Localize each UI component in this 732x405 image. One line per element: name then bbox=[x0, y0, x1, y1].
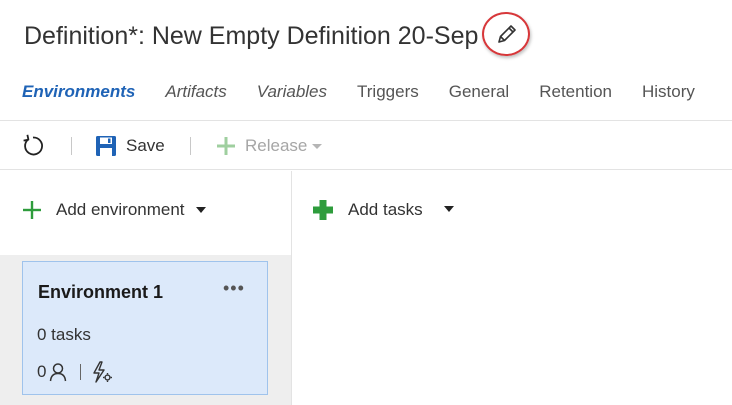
tab-history[interactable]: History bbox=[642, 82, 695, 102]
footer-separator bbox=[80, 364, 82, 380]
toolbar: Save Release bbox=[0, 120, 732, 170]
plus-icon bbox=[23, 201, 41, 219]
toolbar-separator bbox=[190, 137, 191, 155]
tab-general[interactable]: General bbox=[449, 82, 509, 102]
save-button[interactable]: Save bbox=[95, 133, 165, 159]
more-options-icon[interactable]: ••• bbox=[223, 278, 245, 299]
tab-retention[interactable]: Retention bbox=[539, 82, 612, 102]
tab-variables[interactable]: Variables bbox=[257, 82, 327, 102]
environment-card[interactable]: Environment 1 ••• 0 tasks 0 bbox=[22, 261, 268, 395]
chevron-down-icon bbox=[443, 206, 454, 212]
tab-artifacts[interactable]: Artifacts bbox=[165, 82, 226, 102]
page-title: Definition*: New Empty Definition 20-Sep bbox=[24, 21, 479, 50]
add-environment-button[interactable]: Add environment bbox=[22, 197, 207, 223]
plus-icon bbox=[217, 137, 235, 155]
refresh-icon[interactable] bbox=[20, 133, 46, 159]
definition-tabs: Environments Artifacts Variables Trigger… bbox=[22, 80, 725, 104]
page-header: Definition*: New Empty Definition 20-Sep bbox=[24, 14, 478, 58]
chevron-down-icon bbox=[195, 207, 206, 213]
plus-icon bbox=[313, 200, 333, 220]
approvers-count: 0 bbox=[37, 362, 47, 381]
save-label: Save bbox=[126, 136, 165, 155]
save-icon bbox=[96, 136, 116, 156]
triggers-settings-icon[interactable] bbox=[91, 361, 113, 383]
environment-footer: 0 bbox=[37, 360, 113, 384]
person-icon[interactable] bbox=[48, 362, 68, 382]
chevron-down-icon bbox=[312, 144, 323, 149]
toolbar-separator bbox=[71, 137, 72, 155]
add-tasks-button[interactable]: Add tasks bbox=[312, 197, 455, 223]
release-button[interactable]: Release bbox=[216, 133, 323, 159]
environments-pane: Add environment Environment 1 ••• 0 task… bbox=[0, 171, 291, 405]
environment-name: Environment 1 bbox=[38, 282, 164, 302]
environment-list: Environment 1 ••• 0 tasks 0 bbox=[0, 255, 291, 405]
add-tasks-label: Add tasks bbox=[348, 200, 423, 219]
tab-environments[interactable]: Environments bbox=[22, 82, 135, 102]
release-label: Release bbox=[245, 136, 308, 155]
add-environment-label: Add environment bbox=[56, 200, 185, 219]
environment-task-count: 0 tasks bbox=[37, 325, 91, 344]
edit-title-highlight bbox=[482, 12, 530, 56]
tasks-pane: Add tasks bbox=[291, 171, 732, 405]
tab-triggers[interactable]: Triggers bbox=[357, 82, 419, 102]
pencil-icon[interactable] bbox=[496, 23, 518, 45]
